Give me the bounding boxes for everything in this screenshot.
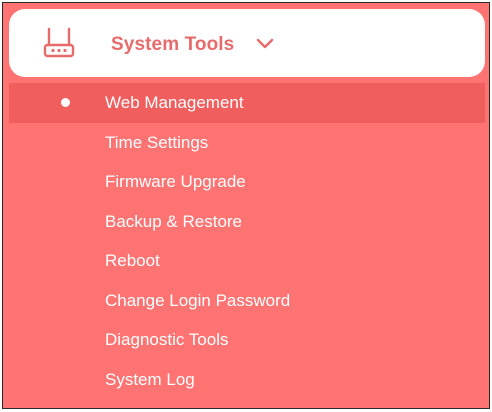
menu-item-label: Time Settings	[105, 132, 209, 152]
menu-item-label: Web Management	[105, 93, 244, 112]
system-tools-panel: System Tools Web Management Time Setting…	[2, 2, 490, 409]
menu-item-web-management[interactable]: Web Management	[9, 83, 485, 123]
menu-item-label: Firmware Upgrade	[105, 172, 246, 191]
menu-item-label: Change Login Password	[105, 290, 291, 310]
menu-item-diagnostic-tools[interactable]: Diagnostic Tools	[9, 320, 485, 360]
menu-item-change-login-password[interactable]: Change Login Password	[9, 281, 485, 321]
menu-item-system-log[interactable]: System Log	[9, 360, 485, 400]
system-tools-menu: Web Management Time Settings Firmware Up…	[9, 83, 485, 399]
menu-item-label: Diagnostic Tools	[105, 330, 229, 349]
menu-item-label: Backup & Restore	[105, 211, 243, 231]
menu-item-reboot[interactable]: Reboot	[9, 241, 485, 281]
system-tools-header[interactable]: System Tools	[9, 9, 485, 77]
router-icon	[43, 27, 75, 58]
chevron-down-icon	[256, 38, 274, 49]
menu-item-time-settings[interactable]: Time Settings	[9, 123, 485, 163]
menu-item-label: System Log	[105, 369, 195, 389]
active-bullet-icon	[61, 98, 70, 107]
section-title: System Tools	[111, 34, 235, 55]
menu-item-backup-restore[interactable]: Backup & Restore	[9, 202, 485, 242]
menu-item-label: Reboot	[105, 251, 160, 270]
menu-item-firmware-upgrade[interactable]: Firmware Upgrade	[9, 162, 485, 202]
